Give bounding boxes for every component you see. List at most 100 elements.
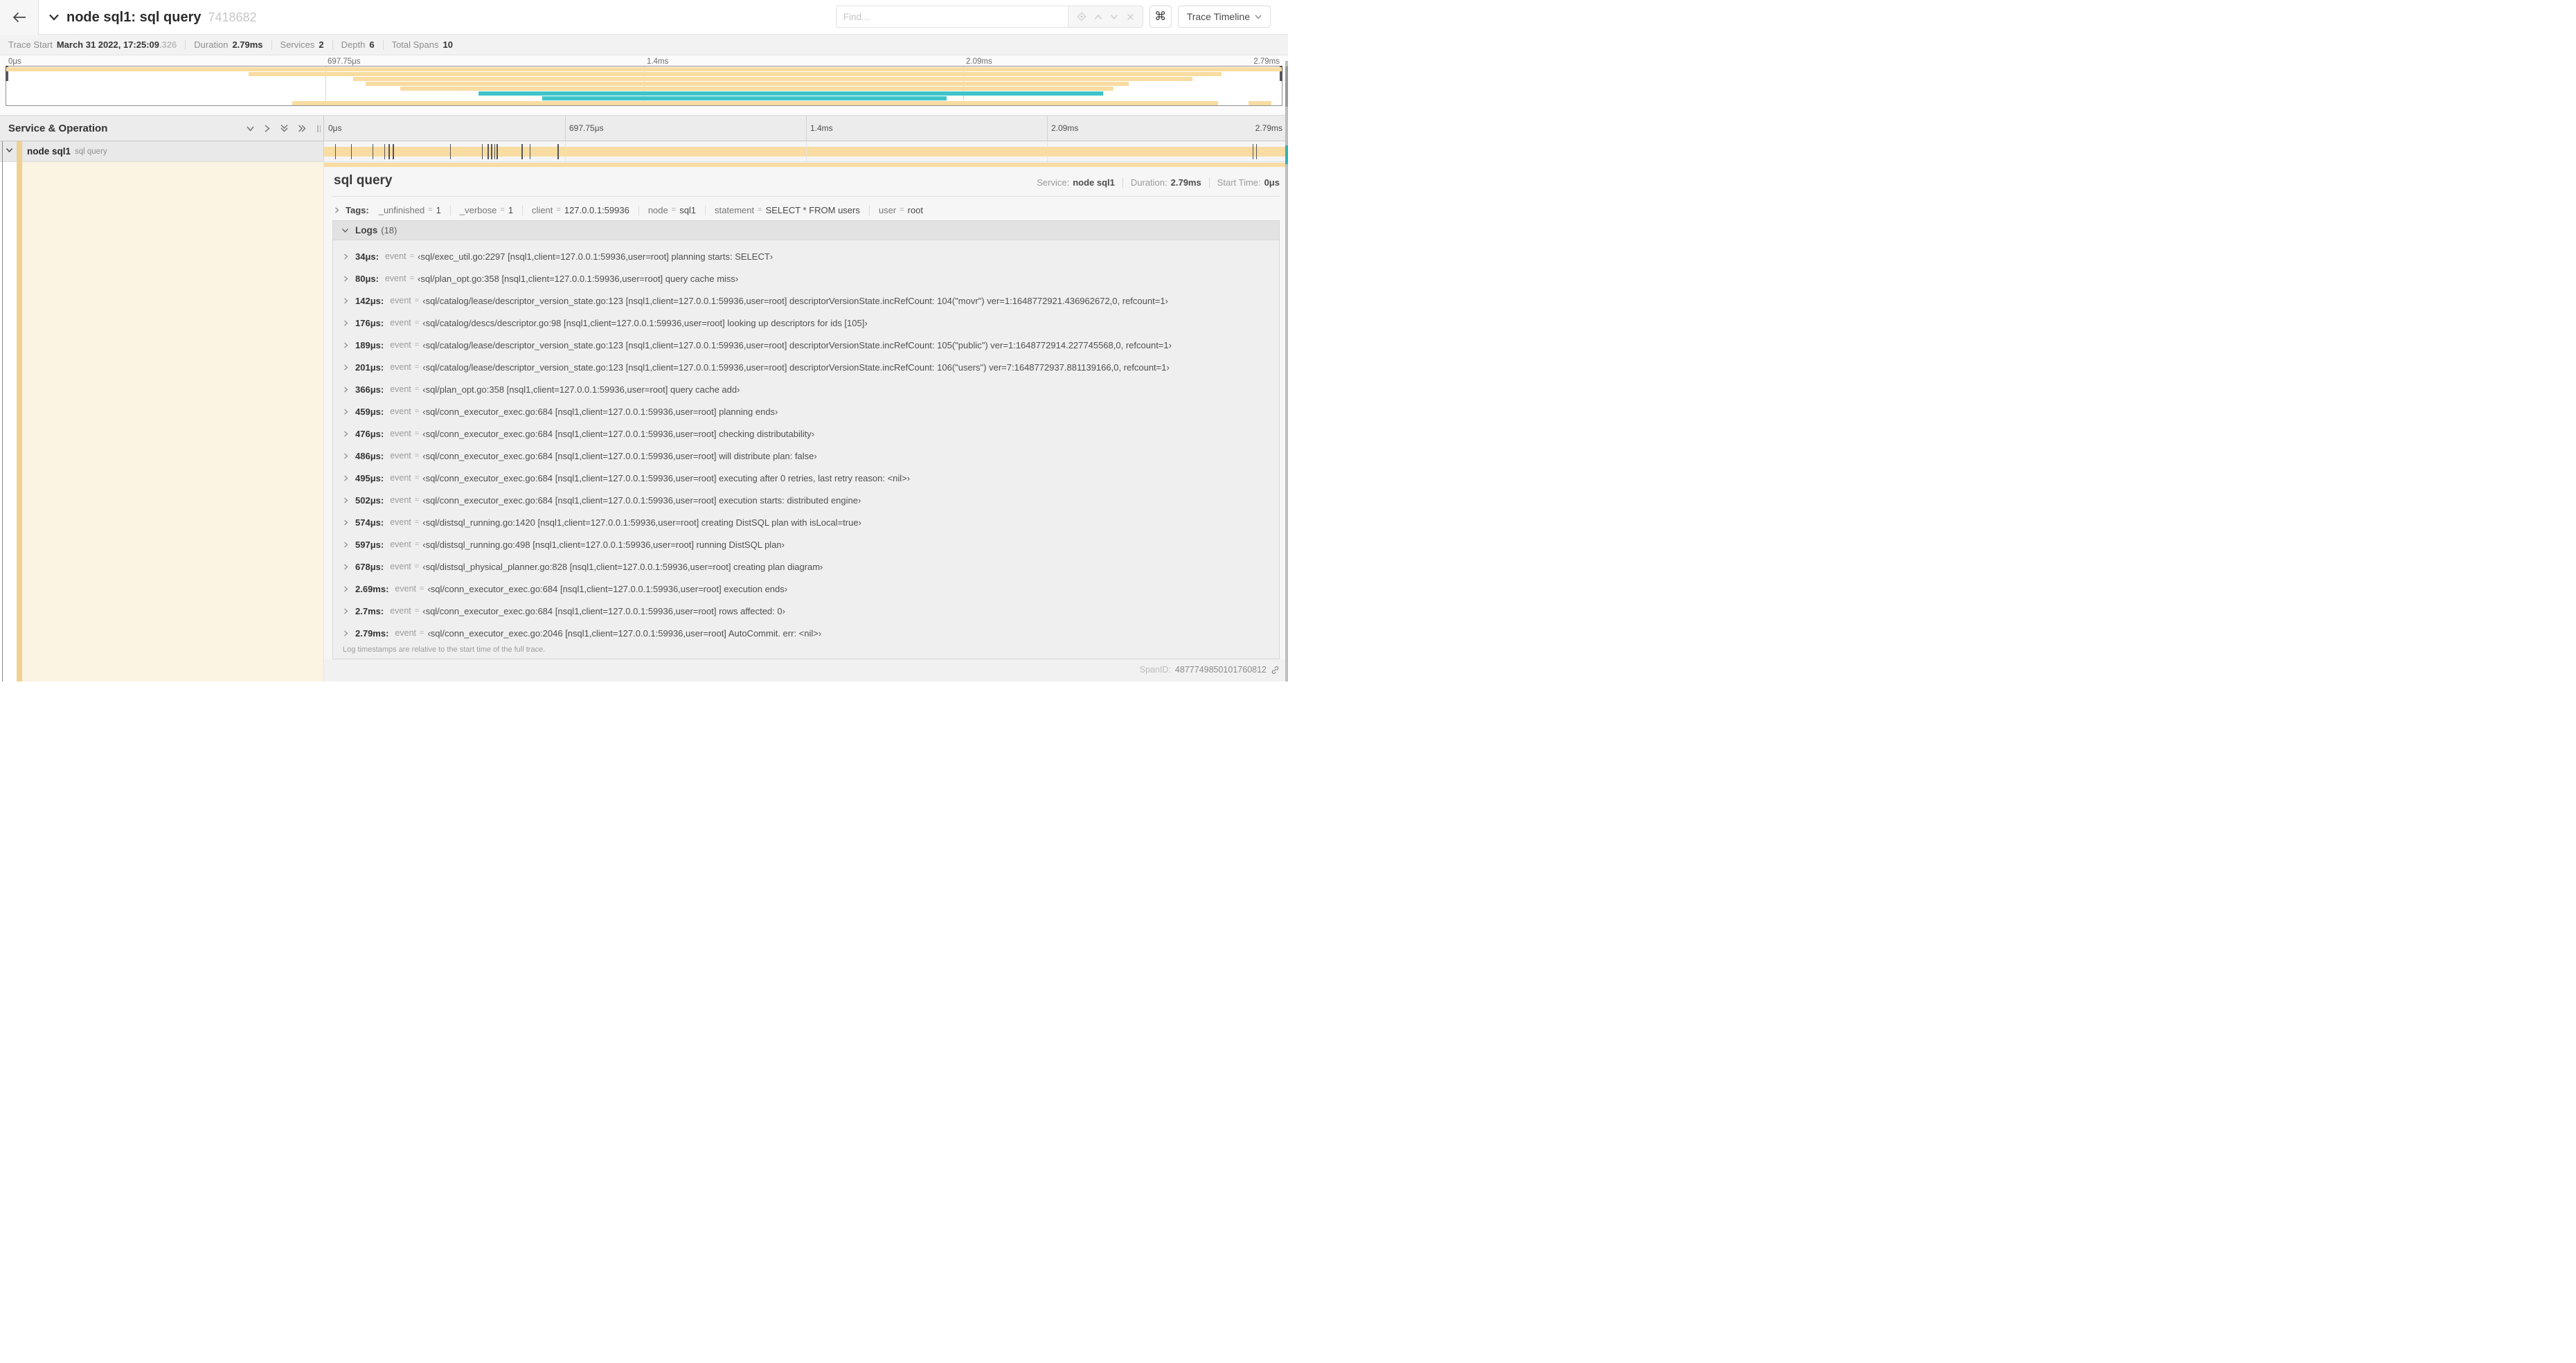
back-button[interactable] [0, 0, 39, 35]
log-event-marker[interactable] [350, 144, 352, 159]
keyboard-shortcuts-button[interactable]: ⌘ [1149, 6, 1172, 28]
log-event-marker[interactable] [491, 144, 492, 159]
log-field-value: ‹sql/conn_executor_exec.go:684 [nsql1,cl… [422, 472, 911, 483]
chevron-right-icon[interactable] [343, 563, 349, 571]
log-event-marker[interactable] [521, 144, 523, 159]
chevron-right-icon[interactable] [343, 386, 349, 393]
log-row[interactable]: 2.79ms: event = ‹sql/conn_executor_exec.go:… [343, 622, 1279, 644]
find-input[interactable] [836, 6, 1068, 27]
log-event-marker[interactable] [1256, 144, 1258, 159]
span-row-name-cell[interactable]: node sql1 sql query [0, 141, 324, 162]
next-match-icon[interactable] [1110, 14, 1118, 20]
log-row[interactable]: 486μs: event = ‹sql/conn_executor_exec.go:6… [343, 445, 1279, 467]
minimap-span[interactable] [366, 81, 1129, 87]
link-icon[interactable] [1271, 666, 1280, 675]
chevron-right-icon[interactable] [343, 497, 349, 504]
log-row[interactable]: 495μs: event = ‹sql/conn_executor_exec.go:6… [343, 467, 1279, 489]
minimap-span[interactable] [6, 67, 1282, 72]
log-row[interactable]: 678μs: event = ‹sql/distsql_physical_planne… [343, 555, 1279, 578]
span-row[interactable]: node sql1 sql query [0, 141, 1288, 162]
chevron-down-icon[interactable] [48, 13, 60, 21]
tags-accordion[interactable]: Tags: _unfinished = 1 _verbose = 1 client = 127.… [334, 202, 1280, 217]
trace-start-label: Trace Start [8, 39, 53, 50]
log-event-marker[interactable] [334, 144, 337, 159]
minimap-span[interactable] [248, 71, 1222, 77]
log-event-marker[interactable] [557, 144, 559, 159]
timeline-gridline [565, 116, 566, 141]
log-field-key: event [390, 562, 411, 571]
log-row[interactable]: 2.7ms: event = ‹sql/conn_executor_exec.go:6… [343, 600, 1279, 622]
chevron-right-icon[interactable] [343, 519, 349, 526]
span-row-bar-cell[interactable] [324, 141, 1288, 162]
log-event-marker[interactable] [494, 144, 496, 159]
log-row[interactable]: 176μs: event = ‹sql/catalog/descs/descripto… [343, 312, 1279, 334]
minimap-span[interactable] [292, 100, 1218, 105]
log-row[interactable]: 502μs: event = ‹sql/conn_executor_exec.go:6… [343, 489, 1279, 511]
collapse-all-icon[interactable] [280, 124, 289, 133]
log-row[interactable]: 80μs: event = ‹sql/plan_opt.go:358 [nsql1,c… [343, 267, 1279, 289]
scrollbar-thumb[interactable] [1285, 66, 1288, 107]
chevron-right-icon[interactable] [343, 275, 349, 283]
chevron-right-icon[interactable] [343, 253, 349, 260]
minimap-span[interactable] [353, 76, 1193, 82]
timeline-tick-label: 697.75μs [569, 123, 604, 133]
chevron-down-icon [341, 228, 349, 233]
match-locate-icon[interactable] [1077, 12, 1086, 21]
chevron-right-icon[interactable] [343, 452, 349, 460]
log-timestamp: 459μs: [355, 406, 384, 417]
tag-key: _unfinished [378, 204, 425, 215]
minimap-span[interactable] [1249, 100, 1272, 105]
trace-view-select[interactable]: Trace Timeline [1177, 6, 1271, 28]
log-field-value: ‹sql/catalog/descs/descriptor.go:98 [nsq… [422, 317, 868, 328]
minimap-canvas[interactable] [6, 66, 1282, 106]
chevron-right-icon[interactable] [343, 341, 349, 349]
chevron-right-icon[interactable] [343, 408, 349, 416]
log-row[interactable]: 366μs: event = ‹sql/plan_opt.go:358 [nsql1,… [343, 378, 1279, 400]
log-row[interactable]: 142μs: event = ‹sql/catalog/lease/descripto… [343, 289, 1279, 312]
chevron-right-icon[interactable] [343, 585, 349, 593]
minimap-tick-label: 0μs [8, 57, 21, 66]
log-event-marker[interactable] [482, 144, 483, 159]
log-field-value: ‹sql/catalog/lease/descriptor_version_st… [422, 295, 1168, 306]
log-equals: = [414, 452, 420, 460]
chevron-right-icon[interactable] [343, 319, 349, 327]
log-row[interactable]: 201μs: event = ‹sql/catalog/lease/descripto… [343, 356, 1279, 378]
minimap-span[interactable] [400, 86, 1113, 91]
tags-label: Tags: [346, 204, 369, 215]
log-row[interactable]: 476μs: event = ‹sql/conn_executor_exec.go:6… [343, 422, 1279, 445]
column-resizer-grip[interactable] [317, 125, 321, 132]
log-event-marker[interactable] [384, 144, 386, 159]
log-row[interactable]: 459μs: event = ‹sql/conn_executor_exec.go:6… [343, 400, 1279, 422]
chevron-right-icon[interactable] [343, 607, 349, 615]
log-field-value: ‹sql/distsql_running.go:498 [nsql1,clien… [422, 539, 785, 550]
log-event-marker[interactable] [388, 144, 390, 159]
log-equals: = [409, 274, 415, 283]
chevron-right-icon[interactable] [343, 364, 349, 371]
chevron-right-icon[interactable] [343, 630, 349, 637]
minimap-span[interactable] [542, 96, 947, 100]
collapse-one-icon[interactable] [246, 125, 255, 132]
expand-one-icon[interactable] [264, 124, 271, 133]
log-row[interactable]: 574μs: event = ‹sql/distsql_running.go:1420… [343, 511, 1279, 533]
log-event-marker[interactable] [449, 144, 451, 159]
log-field-key: event [390, 318, 411, 328]
chevron-right-icon[interactable] [343, 430, 349, 438]
chevron-right-icon[interactable] [343, 474, 349, 482]
logs-accordion-header[interactable]: Logs (18) [333, 221, 1279, 240]
log-timestamp: 574μs: [355, 517, 384, 528]
chevron-right-icon[interactable] [343, 297, 349, 305]
log-row[interactable]: 2.69ms: event = ‹sql/conn_executor_exec.go:… [343, 578, 1279, 600]
tag-equals: = [428, 206, 433, 214]
chevron-right-icon[interactable] [343, 541, 349, 549]
chevron-down-icon[interactable] [6, 148, 13, 153]
log-equals: = [414, 607, 420, 615]
log-row[interactable]: 34μs: event = ‹sql/exec_util.go:2297 [nsql1… [343, 245, 1279, 267]
scrollbar[interactable] [1285, 61, 1288, 682]
prev-match-icon[interactable] [1094, 14, 1102, 20]
log-field-value: ‹sql/conn_executor_exec.go:684 [nsql1,cl… [422, 495, 861, 506]
minimap-span[interactable] [478, 91, 1104, 96]
log-row[interactable]: 597μs: event = ‹sql/distsql_running.go:498 … [343, 533, 1279, 555]
clear-find-icon[interactable] [1127, 13, 1134, 21]
log-row[interactable]: 189μs: event = ‹sql/catalog/lease/descripto… [343, 334, 1279, 356]
expand-all-icon[interactable] [298, 124, 307, 133]
